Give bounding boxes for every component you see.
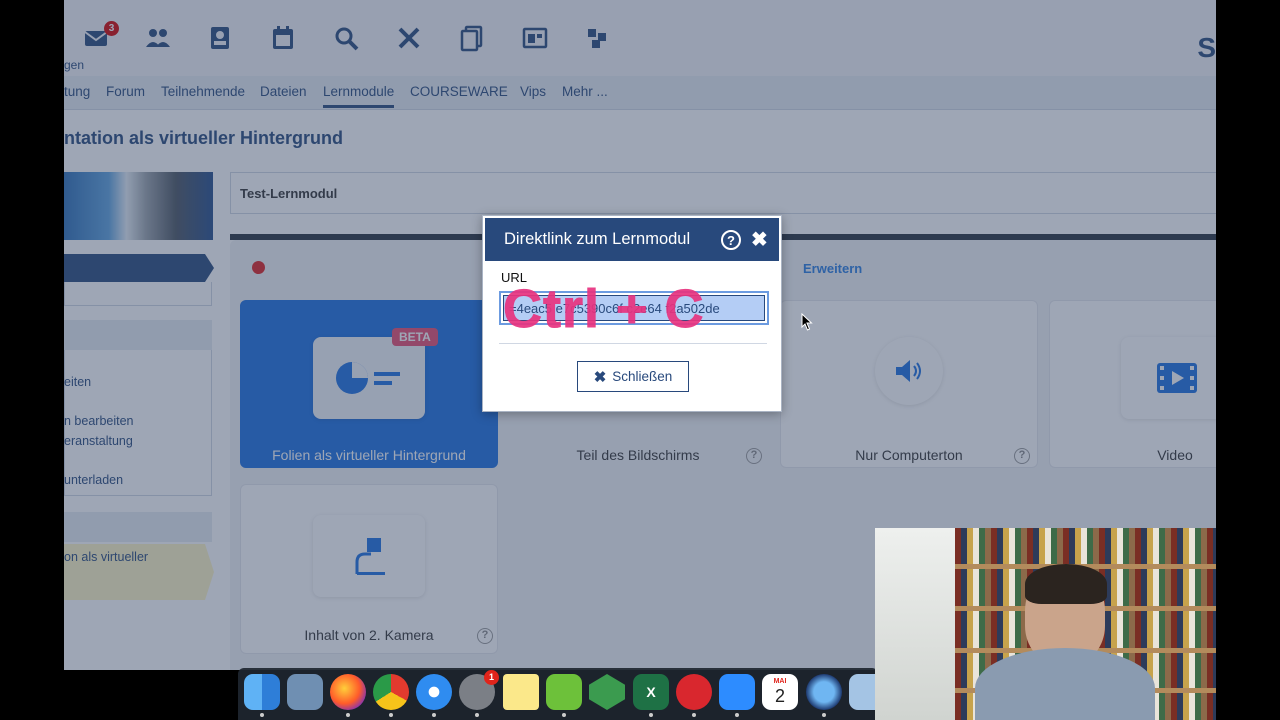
calendar-day: 2 bbox=[774, 686, 785, 706]
safari-icon[interactable] bbox=[416, 674, 452, 717]
direct-link-dialog: Direktlink zum Lernmodul ? ✖ URL =4eac5 … bbox=[482, 215, 782, 412]
finder-icon[interactable] bbox=[244, 674, 280, 717]
webcam-video bbox=[875, 528, 1216, 720]
screen: 3 gen S tung Forum Teilnehmende Dateien … bbox=[0, 0, 1280, 720]
dialog-divider bbox=[499, 343, 767, 344]
calendar-month: MAI bbox=[773, 678, 787, 685]
preview-icon[interactable] bbox=[287, 674, 323, 710]
url-value: =4eac5 e7c5390c6f c2e64 f2a502de bbox=[503, 295, 765, 321]
dialog-header: Direktlink zum Lernmodul ? ✖ bbox=[485, 218, 779, 261]
system-preferences-icon[interactable]: 1 bbox=[459, 670, 499, 717]
mouse-cursor-icon bbox=[801, 313, 813, 331]
macos-dock: 1 X MAI 2 bbox=[238, 668, 878, 720]
messages-icon[interactable] bbox=[676, 674, 712, 717]
screen-recorder-icon[interactable] bbox=[806, 674, 842, 717]
close-icon: ✖ bbox=[593, 368, 607, 386]
zoom-icon[interactable] bbox=[719, 674, 755, 717]
calendar-icon[interactable]: MAI 2 bbox=[762, 674, 798, 710]
dialog-title: Direktlink zum Lernmodul bbox=[504, 230, 691, 248]
firefox-icon[interactable] bbox=[330, 674, 366, 717]
close-button[interactable]: ✖ Schließen bbox=[577, 361, 689, 392]
close-icon[interactable]: ✖ bbox=[751, 228, 768, 252]
photos-icon[interactable] bbox=[849, 674, 878, 710]
webcam-window-bg bbox=[875, 528, 955, 720]
help-icon[interactable]: ? bbox=[721, 230, 741, 250]
affinity-icon[interactable] bbox=[589, 674, 625, 710]
url-label: URL bbox=[501, 270, 528, 285]
notes-icon[interactable] bbox=[503, 674, 539, 710]
chrome-icon[interactable] bbox=[373, 674, 409, 717]
camtasia-icon[interactable] bbox=[546, 674, 582, 717]
notification-badge: 1 bbox=[484, 670, 499, 685]
url-field[interactable]: =4eac5 e7c5390c6f c2e64 f2a502de bbox=[499, 291, 769, 325]
close-button-label: Schließen bbox=[612, 369, 673, 384]
excel-icon[interactable]: X bbox=[633, 674, 669, 717]
